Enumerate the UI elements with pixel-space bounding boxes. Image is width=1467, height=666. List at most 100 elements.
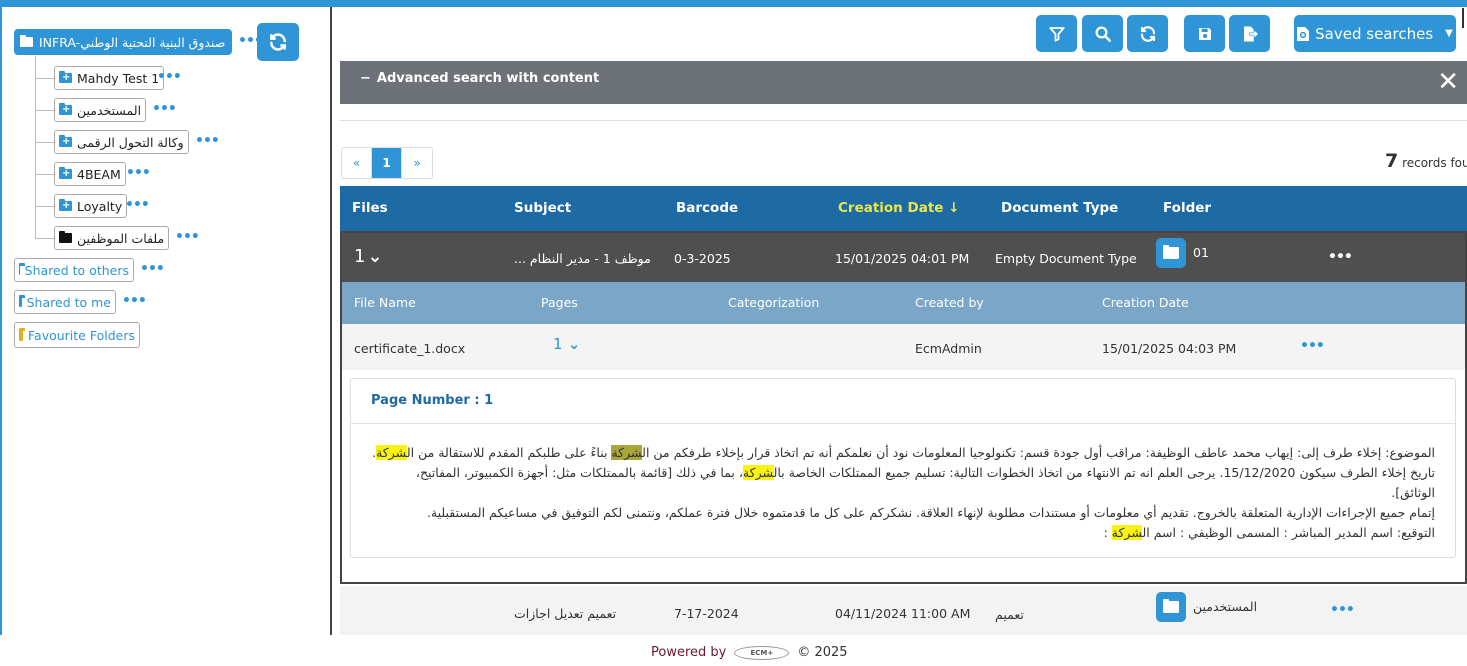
ecm-logo: ECM+ (734, 645, 790, 660)
node-more-icon[interactable]: ••• (125, 197, 150, 213)
tree-node-4beam[interactable]: + 4BEAM (54, 162, 126, 186)
column-header-subject[interactable]: Subject (514, 200, 571, 216)
page-button-current[interactable]: 1 (372, 148, 402, 178)
tree-node-label: المستخدمين (77, 102, 142, 118)
pages-toggle[interactable]: 1 ⌄ (553, 335, 580, 353)
tree-node-users[interactable]: + المستخدمين (54, 98, 147, 122)
text-run: التوقيع: اسم المدير المباشر : المسمى الو… (1142, 525, 1435, 540)
pagination: « 1 » (341, 147, 433, 179)
next-page-button[interactable]: » (402, 148, 432, 178)
column-header-barcode[interactable]: Barcode (676, 200, 738, 216)
page-content-text: الموضوع: إخلاء طرف إلى: إيهاب محمد عاطف … (371, 443, 1435, 543)
row-more-icon[interactable]: ••• (1330, 602, 1355, 618)
search-highlight-current: شركة (611, 445, 643, 460)
filter-button[interactable] (1036, 15, 1077, 52)
file-row[interactable]: certificate_1.docx 1 ⌄ EcmAdmin 15/01/20… (342, 324, 1465, 370)
advanced-search-title: Advanced search with content (376, 71, 600, 86)
records-count: 7 records foun (1385, 150, 1467, 172)
tree-root-label: INFRA-صندوق البنية التحتية الوطني (39, 34, 226, 50)
content-line: تاريخ إخلاء الطرف سيكون 15/12/2020. يرجى… (371, 463, 1435, 503)
chevron-down-icon: ⌄ (367, 246, 383, 267)
column-header-creation-date[interactable]: Creation Date ↓ (838, 200, 959, 216)
refresh-icon (1140, 25, 1155, 42)
divider (340, 120, 1467, 121)
open-folder-button[interactable] (1156, 238, 1186, 268)
chevron-down-icon: ⌄ (562, 335, 581, 353)
text-run: الموضوع: إخلاء طرف إلى: إيهاب محمد عاطف … (642, 445, 1435, 460)
file-more-icon[interactable]: ••• (1300, 338, 1325, 354)
creation-date-cell: 15/01/2025 04:01 PM (835, 251, 970, 266)
tree-node-loyalty[interactable]: + Loyalty (54, 194, 128, 218)
tree-node-label: Shared to others (24, 262, 129, 278)
document-icon (1297, 26, 1310, 41)
filter-icon (1048, 26, 1065, 42)
close-icon[interactable]: ✕ (1437, 67, 1459, 97)
tree-connector (35, 142, 54, 143)
column-header-files[interactable]: Files (352, 200, 388, 216)
folder-icon (59, 231, 72, 243)
node-more-icon[interactable]: ••• (126, 165, 151, 181)
powered-by-label: Powered by (651, 645, 727, 660)
text-run: بناءً على طلبكم المقدم للاستقالة من ال (406, 445, 612, 460)
folder-plus-icon: + (59, 103, 72, 115)
node-more-icon[interactable]: ••• (140, 261, 165, 277)
folder-plus-icon: + (59, 167, 72, 179)
folder-icon (1163, 599, 1179, 613)
saved-searches-dropdown[interactable]: Saved searches ▼ (1294, 15, 1456, 52)
tree-shared-to-others[interactable]: Shared to others (14, 258, 134, 282)
row-more-icon[interactable]: ••• (1328, 249, 1353, 265)
files-count[interactable]: 1 ⌄ (354, 246, 383, 267)
content-line: الموضوع: إخلاء طرف إلى: إيهاب محمد عاطف … (371, 443, 1435, 463)
node-more-icon[interactable]: ••• (157, 69, 182, 85)
table-row[interactable]: تعميم تعديل اجازات 7-17-2024 04/11/2024 … (340, 586, 1467, 635)
refresh-button[interactable] (1127, 15, 1168, 52)
save-icon (1198, 27, 1211, 40)
column-header-document-type[interactable]: Document Type (1001, 200, 1118, 216)
column-header-folder[interactable]: Folder (1163, 200, 1211, 216)
file-name-cell[interactable]: certificate_1.docx (354, 341, 465, 356)
text-run: : (1103, 525, 1112, 540)
search-button[interactable] (1082, 15, 1123, 52)
tree-node-digital-transformation[interactable]: + وكالة التحول الرقمى (54, 130, 189, 154)
tree-root-node[interactable]: INFRA-صندوق البنية التحتية الوطني (14, 29, 232, 55)
column-header-categorization[interactable]: Categorization (728, 295, 819, 310)
node-more-icon[interactable]: ••• (152, 101, 177, 117)
column-header-label: Creation Date (838, 200, 944, 216)
column-header-pages[interactable]: Pages (541, 295, 578, 310)
subject-cell: تعميم تعديل اجازات (514, 606, 617, 621)
node-more-icon[interactable]: ••• (175, 229, 200, 245)
document-type-cell: Empty Document Type (995, 251, 1137, 266)
save-button[interactable] (1184, 15, 1225, 52)
export-icon (1243, 26, 1258, 41)
tree-refresh-button[interactable] (257, 23, 299, 61)
records-label: records foun (1402, 156, 1467, 170)
node-more-icon[interactable]: ••• (122, 293, 147, 309)
node-more-icon[interactable]: ••• (195, 133, 220, 149)
subject-cell: ... موظف 1 - مدير النظام (514, 251, 651, 266)
tree-shared-to-me[interactable]: Shared to me (14, 290, 116, 314)
column-header-file-creation-date[interactable]: Creation Date (1102, 295, 1189, 310)
tree-node-mahdy-test[interactable]: + Mahdy Test 1 (54, 66, 165, 90)
folder-icon (1163, 245, 1179, 259)
table-row[interactable]: 1 ⌄ ... موظف 1 - مدير النظام 0-3-2025 15/… (340, 231, 1467, 282)
panel-divider[interactable] (330, 7, 332, 635)
files-count-value: 1 (354, 246, 366, 267)
column-header-created-by[interactable]: Created by (915, 295, 984, 310)
barcode-cell: 0-3-2025 (674, 251, 731, 266)
created-by-cell: EcmAdmin (915, 341, 982, 356)
column-header-file-name[interactable]: File Name (354, 295, 416, 310)
records-number: 7 (1385, 150, 1399, 172)
folder-icon (19, 327, 25, 341)
tree-node-employee-files[interactable]: ملفات الموظفين (54, 226, 170, 250)
pages-count: 1 (553, 335, 563, 353)
folder-plus-icon: + (59, 135, 72, 147)
tree-favourite-folders[interactable]: Favourite Folders (14, 322, 140, 348)
tree-node-label: Shared to me (26, 294, 111, 310)
footer: Powered by ECM+ © 2025 (651, 645, 848, 660)
advanced-search-toggle[interactable]: − Advanced search with content (360, 71, 599, 86)
window-edge (1462, 8, 1467, 28)
export-button[interactable] (1229, 15, 1270, 52)
prev-page-button[interactable]: « (342, 148, 372, 178)
open-folder-button[interactable] (1156, 592, 1186, 622)
advanced-search-panel: − Advanced search with content ✕ (340, 61, 1467, 104)
